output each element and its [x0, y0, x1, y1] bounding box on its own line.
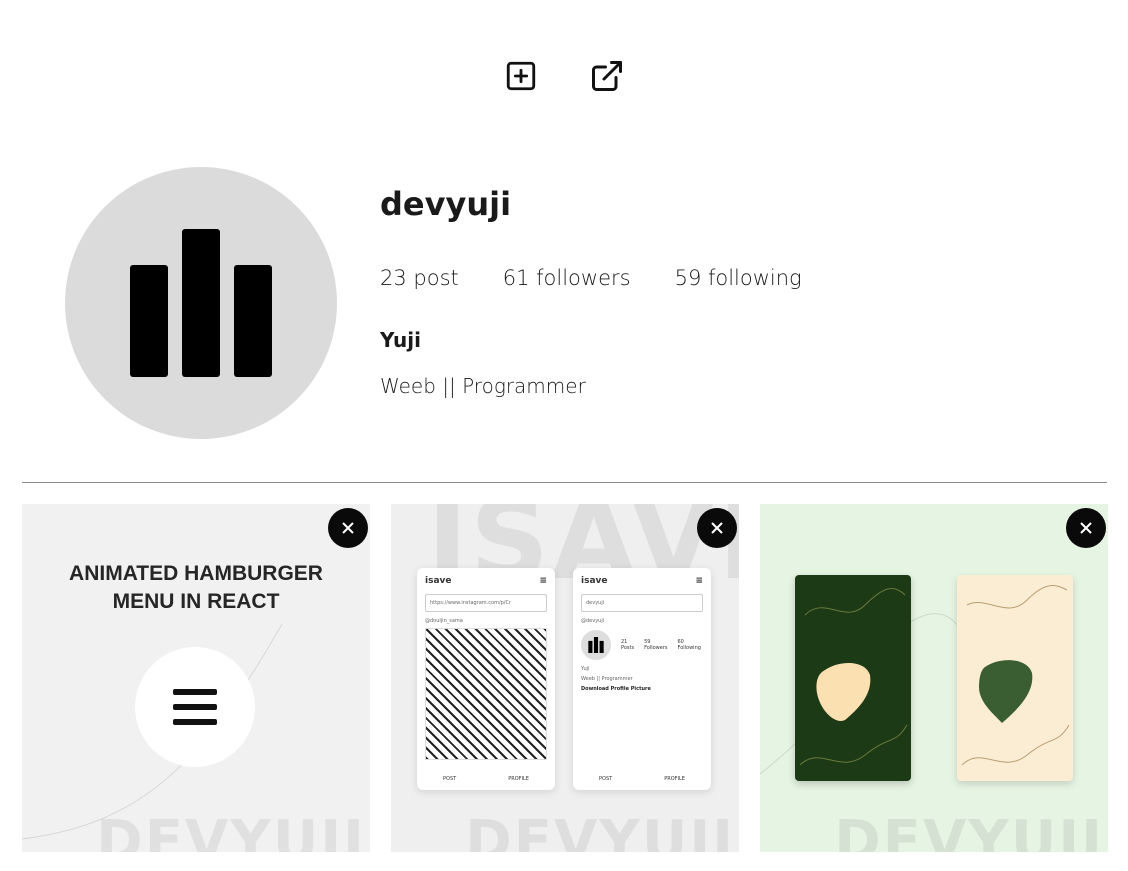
mini-name: Yuji [581, 666, 590, 672]
delete-post-button[interactable] [328, 508, 368, 548]
menu-icon: ≡ [539, 576, 547, 586]
mini-stat-label: Posts [621, 645, 635, 651]
profile-info: devyuji 23 post 61 followers 59 followin… [380, 184, 802, 398]
url-input: https://www.instagram.com/p/Cr [425, 594, 547, 612]
add-post-button[interactable] [503, 58, 539, 94]
post-tile[interactable]: ANIMATED HAMBURGER MENU IN REACT DEVYUJI [22, 504, 370, 852]
mini-stat-label: Followers [644, 645, 668, 651]
post-title-line: MENU IN REACT [112, 590, 280, 613]
mini-stat: 60 Following [678, 639, 701, 651]
post-title: ANIMATED HAMBURGER MENU IN REACT [22, 560, 370, 616]
watermark: DEVYUJI [465, 809, 735, 852]
posts-count[interactable]: 23 post [380, 266, 459, 290]
delete-post-button[interactable] [1066, 508, 1106, 548]
post-tab: POST [599, 776, 613, 782]
search-input: devyuji [581, 594, 703, 612]
profile-tab: PROFILE [664, 776, 685, 782]
profile-tab: PROFILE [508, 776, 529, 782]
post-tab: POST [443, 776, 457, 782]
top-actions [503, 58, 625, 94]
mini-stat: 21 Posts [621, 639, 634, 651]
post-title-line: ANIMATED HAMBURGER [69, 562, 323, 585]
download-label: Download Profile Picture [581, 686, 651, 692]
mini-avatar [581, 630, 611, 660]
mini-bio: Weeb || Programmer [581, 676, 633, 682]
posts-grid: ANIMATED HAMBURGER MENU IN REACT DEVYUJI… [22, 504, 1108, 852]
bar-chart-logo-icon [588, 637, 604, 653]
avatar [65, 167, 337, 439]
light-card [957, 575, 1073, 781]
username: devyuji [380, 185, 512, 223]
watermark: DEVYUJI [96, 809, 366, 852]
hamburger-menu-icon [173, 689, 217, 725]
blob-shape [961, 585, 1070, 766]
mini-stat: 59 Followers [644, 639, 667, 651]
account-label: @douijin_sama [425, 618, 463, 624]
app-name: isave [425, 576, 452, 586]
delete-post-button[interactable] [697, 508, 737, 548]
followers-count[interactable]: 61 followers [503, 266, 631, 290]
watermark: DEVYUJI [834, 809, 1104, 852]
profile-stats: 23 post 61 followers 59 following [380, 266, 802, 290]
external-link-icon [592, 61, 622, 91]
close-icon [342, 522, 354, 534]
full-name: Yuji [380, 328, 421, 352]
phone-mockup: isave ≡ devyuji @devyuji 21 Posts 59 Follow… [573, 568, 711, 790]
bar-chart-logo-icon [130, 229, 272, 377]
mini-stat-label: Following [677, 645, 701, 651]
manga-image [425, 628, 547, 760]
close-icon [1080, 522, 1092, 534]
plus-square-icon [506, 61, 536, 91]
phone-footer: POST PROFILE [573, 776, 711, 782]
phone-footer: POST PROFILE [417, 776, 555, 782]
phone-mockup: isave ≡ https://www.instagram.com/p/Cr @d… [417, 568, 555, 790]
following-count[interactable]: 59 following [675, 266, 802, 290]
share-button[interactable] [589, 58, 625, 94]
phone-header: isave ≡ [573, 568, 711, 590]
menu-icon: ≡ [695, 576, 703, 586]
post-tile[interactable]: ISAVE isave≡ https://www.instagram.com/p… [391, 504, 739, 852]
hamburger-circle [135, 647, 255, 767]
bio: Weeb || Programmer [380, 374, 586, 398]
mini-stats: 21 Posts 59 Followers 60 Following [573, 626, 711, 664]
post-tile[interactable]: DEVYUJI [760, 504, 1108, 852]
dark-card [795, 575, 911, 781]
divider [22, 482, 1107, 483]
close-icon [711, 522, 723, 534]
blob-shape [799, 587, 908, 766]
phone-header: isave ≡ [417, 568, 555, 590]
app-name: isave [581, 576, 608, 586]
account-label: @devyuji [581, 618, 605, 624]
